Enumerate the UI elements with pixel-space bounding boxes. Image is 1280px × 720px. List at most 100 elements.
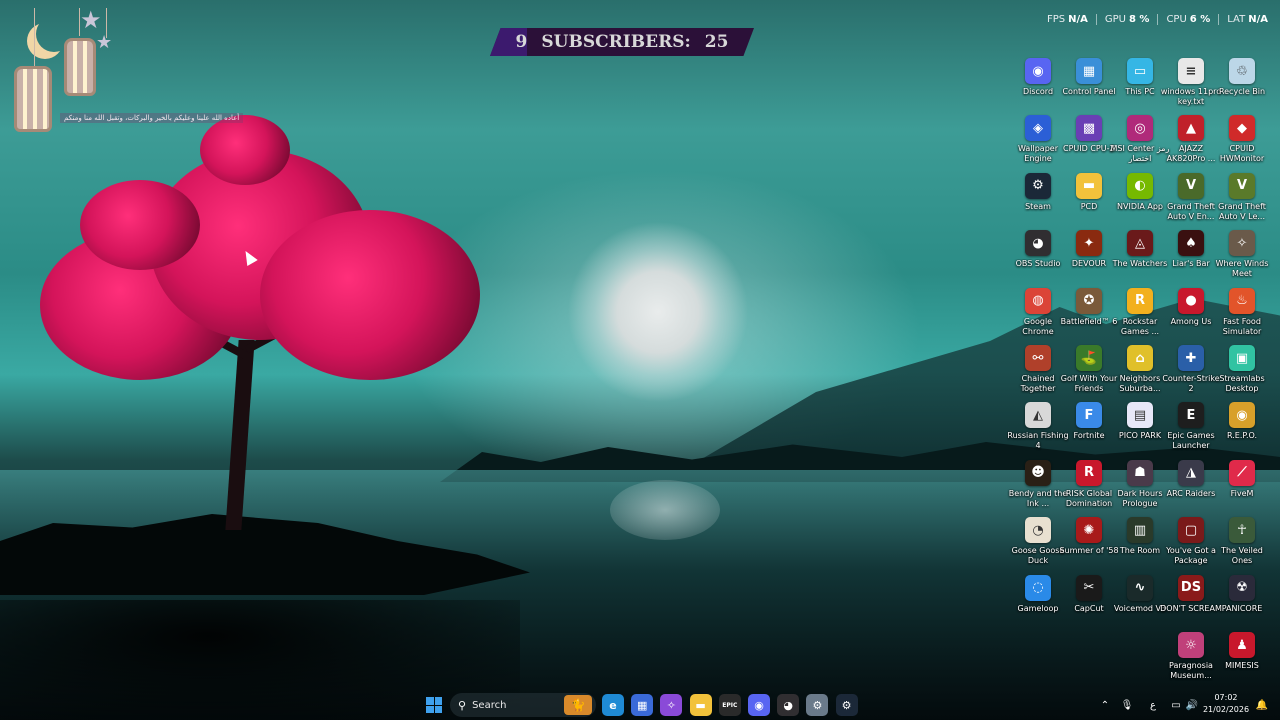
desktop-icon[interactable]: ≡ windows 11pro key.txt [1161, 58, 1221, 114]
taskbar-app-button[interactable]: ⚙ [835, 690, 859, 720]
desktop-icon[interactable]: ◉ R.E.P.O. [1214, 402, 1270, 458]
lantern-icon [64, 38, 96, 96]
wallpaper-tree-foliage [150, 150, 370, 340]
desktop-icon-label: Fast Food Simulator [1222, 316, 1262, 336]
desktop-icon[interactable]: ◬ The Watchers [1112, 230, 1168, 286]
microphone-icon[interactable]: 🎙 [1120, 690, 1134, 720]
desktop-icon[interactable]: ◔ Goose Goose Duck [1010, 517, 1066, 573]
desktop-icon[interactable]: ◕ OBS Studio [1010, 230, 1066, 286]
star-icon: ★ [80, 6, 102, 34]
discord-taskbar-icon: ◉ [748, 694, 770, 716]
wallpaper-moon-reflection [610, 480, 720, 540]
clock-date: 21/02/2026 [1202, 705, 1250, 714]
wallpaper-tree-foliage [260, 210, 480, 380]
taskbar-clock[interactable]: 07:02 21/02/2026 [1200, 692, 1252, 716]
notifications-icon[interactable]: 🔔 [1254, 690, 1270, 720]
start-button[interactable] [422, 690, 446, 720]
watchers-icon: ◬ [1127, 230, 1153, 257]
desktop-icon-label: Grand Theft Auto V Le... [1218, 201, 1266, 221]
desktop-icon[interactable]: ◭ Russian Fishing 4 [1007, 402, 1069, 458]
desktop-icon[interactable]: ∿ Voicemod V3 [1112, 574, 1168, 631]
voicemod-icon: ∿ [1127, 574, 1153, 601]
desktop-icon[interactable]: ♲ Recycle Bin [1214, 58, 1270, 114]
desktop-icon[interactable]: ✂ CapCut [1061, 574, 1117, 631]
desktop-icon[interactable]: ◮ ARC Raiders [1163, 459, 1219, 516]
perf-latency: LAT N/A [1227, 13, 1268, 25]
settings-icon: ⚙ [806, 694, 829, 716]
desktop-icon[interactable]: ◈ Wallpaper Engine [1010, 115, 1066, 171]
taskbar-app-button[interactable]: e [601, 690, 625, 720]
perf-cpu: CPU 6 % [1158, 13, 1220, 25]
wallpaper-tree-branch [163, 309, 247, 359]
performance-overlay: FPS N/A GPU 8 % CPU 6 % LAT N/A [1039, 12, 1268, 26]
desktop-icons-grid: ◉ Discord ▦ Control Panel ▭ This PC ≡ windows 1… [1007, 58, 1280, 690]
battlefield-icon: ✪ [1076, 287, 1102, 314]
desktop-icon[interactable]: ◉ Discord [1010, 58, 1066, 114]
taskbar-search[interactable]: ⚲ Search 🐈 [450, 693, 596, 717]
desktop-icon[interactable]: V Grand Theft Auto V Le... [1214, 172, 1270, 229]
desktop-icon[interactable]: ☼ Paragnosia Museum... [1163, 632, 1219, 688]
bendy-icon: ☻ [1025, 459, 1051, 486]
desktop-icon[interactable]: ⚙ Steam [1010, 172, 1066, 229]
show-hidden-icons-chevron-icon[interactable]: ⌃ [1098, 690, 1112, 720]
taskbar-app-button[interactable]: ◉ [747, 690, 771, 720]
fivem-icon: ⟋ [1229, 459, 1255, 486]
copilot-icon: ✧ [660, 694, 683, 716]
desktop-icon[interactable]: ♟ MIMESIS [1214, 632, 1270, 688]
desktop-icon[interactable]: ▦ Control Panel [1061, 58, 1117, 114]
desktop-icon[interactable]: ☢ PANICORE [1214, 574, 1270, 631]
wallpaper-tree-foliage [80, 180, 200, 270]
desktop-icon[interactable]: F Fortnite [1061, 402, 1117, 458]
neighbors-icon: ⌂ [1127, 345, 1153, 371]
where-winds-meet-icon: ✧ [1229, 230, 1255, 257]
taskbar-app-button[interactable]: EPIC [718, 690, 742, 720]
taskbar-app-button[interactable]: ✧ [659, 690, 683, 720]
wallpaper-engine-icon: ◈ [1025, 115, 1051, 142]
desktop-icon[interactable]: ☥ The Veiled Ones [1214, 517, 1270, 573]
taskbar-app-button[interactable]: ⚙ [805, 690, 829, 720]
liars-bar-icon: ♠ [1178, 230, 1204, 257]
steam-icon: ⚙ [1025, 172, 1051, 199]
package-icon: ▢ [1178, 517, 1204, 544]
streamlabs-icon: ▣ [1229, 345, 1255, 371]
clock-time: 07:02 [1214, 693, 1238, 702]
perf-fps: FPS N/A [1039, 13, 1097, 25]
wallpaper-island [0, 514, 530, 595]
desktop-icon[interactable]: ✦ DEVOUR [1061, 230, 1117, 286]
desktop-icon[interactable]: ✧ Where Winds Meet [1214, 230, 1270, 286]
text-file-icon: ≡ [1178, 58, 1204, 84]
subscriber-count-right: 25 [704, 32, 729, 52]
nvidia-icon: ◐ [1127, 172, 1153, 199]
desktop-icon-label: FiveM [1230, 488, 1254, 498]
desktop-icon[interactable]: ◍ Google Chrome [1010, 287, 1066, 344]
taskbar-app-button[interactable]: ▦ [630, 690, 654, 720]
gameloop-icon: ◌ [1025, 574, 1051, 601]
search-label: Search [472, 699, 507, 711]
epic-games-icon: E [1178, 402, 1204, 429]
desktop-icon[interactable]: DS DON'T SCREAM [1160, 574, 1222, 631]
network-icon[interactable]: ▭ [1168, 690, 1184, 720]
desktop-icon[interactable]: ⟋ FiveM [1214, 459, 1270, 516]
desktop-icon[interactable]: ♨ Fast Food Simulator [1214, 287, 1270, 344]
desktop-icon[interactable]: ◌ Gameloop [1010, 574, 1066, 631]
taskbar-app-button[interactable]: ◕ [776, 690, 800, 720]
desktop-icon-label: Recycle Bin [1218, 87, 1266, 96]
volume-icon[interactable]: 🔊 [1184, 690, 1200, 720]
desktop-icon[interactable]: ◆ CPUID HWMonitor [1214, 115, 1270, 171]
desktop-icon[interactable]: ▬ PCD [1061, 172, 1117, 229]
rockstar-icon: R [1127, 287, 1153, 314]
veiled-ones-icon: ☥ [1229, 517, 1255, 544]
ramadan-greeting: أعاده الله علينا وعليكم بالخير والبركات،… [60, 113, 244, 123]
gta-legacy-icon: V [1229, 172, 1255, 199]
desktop-icon[interactable]: E Epic Games Launcher [1163, 402, 1219, 458]
desktop-icon-label: Where Winds Meet [1215, 259, 1269, 279]
file-explorer-icon: ▬ [689, 694, 712, 716]
desktop-icon[interactable]: R Rockstar Games ... [1112, 287, 1168, 344]
desktop-icon[interactable]: ✺ Summer of '58 [1059, 517, 1119, 573]
wallpaper-tree-trunk [225, 340, 255, 530]
desktop-icon[interactable]: ▣ Streamlabs Desktop [1214, 345, 1270, 401]
desktop-icon[interactable]: ☗ Dark Hours Prologue [1112, 459, 1168, 516]
input-language-indicator[interactable]: ع [1146, 690, 1160, 720]
taskbar-app-button[interactable]: ▬ [689, 690, 713, 720]
desktop-icon-label: CPUID HWMonitor [1219, 144, 1265, 164]
